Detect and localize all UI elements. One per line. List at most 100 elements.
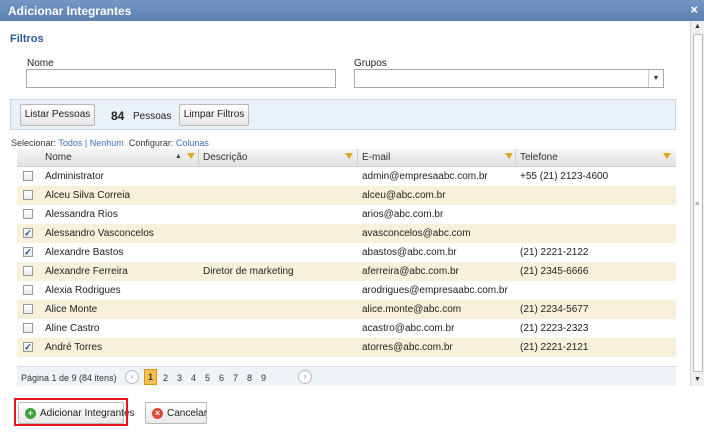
row-checkbox[interactable]: ✓ <box>23 228 33 238</box>
grid-header: Nome ▲ Descrição E-mail Telefone <box>17 149 676 167</box>
column-header-email[interactable]: E-mail <box>362 152 390 163</box>
cell-name: Alexia Rodrigues <box>45 285 121 296</box>
cell-phone: (21) 2221-2121 <box>520 342 589 353</box>
column-header-description[interactable]: Descrição <box>203 152 247 163</box>
cell-email: avasconcelos@abc.com <box>362 228 471 239</box>
cell-email: alice.monte@abc.com <box>362 304 462 315</box>
cell-email: aferreira@abc.com.br <box>362 266 459 277</box>
column-separator <box>515 149 516 167</box>
page-number[interactable]: 9 <box>261 373 266 383</box>
list-people-button[interactable]: Listar Pessoas <box>20 104 95 126</box>
table-row[interactable]: ✓ Alessandro Vasconcelos avasconcelos@ab… <box>17 224 676 243</box>
grip-icon: ≡ <box>695 201 700 208</box>
table-row[interactable]: Administrator admin@empresaabc.com.br +5… <box>17 167 676 186</box>
row-checkbox[interactable] <box>23 190 33 200</box>
sort-ascending-icon[interactable]: ▲ <box>175 153 182 160</box>
close-icon[interactable]: × <box>690 2 698 17</box>
page-number[interactable]: 5 <box>205 373 210 383</box>
select-label: Selecionar: <box>11 138 57 148</box>
cell-name: André Torres <box>45 342 103 353</box>
configure-columns-link[interactable]: Colunas <box>176 138 209 148</box>
people-count-label: Pessoas <box>133 111 172 122</box>
selection-bar: Selecionar: Todos | Nenhum Configurar: C… <box>11 138 209 148</box>
filter-icon[interactable] <box>663 153 671 159</box>
row-checkbox[interactable] <box>23 171 33 181</box>
cell-phone: +55 (21) 2123-4600 <box>520 171 609 182</box>
cell-name: Alice Monte <box>45 304 98 315</box>
table-row[interactable]: Alexia Rodrigues arodrigues@empresaabc.c… <box>17 281 676 300</box>
cell-email: arios@abc.com.br <box>362 209 444 220</box>
clear-filters-button[interactable]: Limpar Filtros <box>179 104 249 126</box>
page-number[interactable]: 4 <box>191 373 196 383</box>
dialog-title: Adicionar Integrantes <box>8 4 132 18</box>
table-row[interactable]: ✓ André Torres atorres@abc.com.br (21) 2… <box>17 338 676 357</box>
cancel-button[interactable]: × Cancelar <box>145 402 207 424</box>
row-checkbox[interactable] <box>23 323 33 333</box>
table-row[interactable]: Alessandra Rios arios@abc.com.br <box>17 205 676 224</box>
table-row[interactable]: Alexandre Ferreira Diretor de marketing … <box>17 262 676 281</box>
people-grid: Nome ▲ Descrição E-mail Telefone Adminis… <box>17 149 676 357</box>
cell-phone: (21) 2345-6666 <box>520 266 589 277</box>
column-separator <box>357 149 358 167</box>
cancel-circle-icon: × <box>152 408 163 419</box>
cell-email: atorres@abc.com.br <box>362 342 453 353</box>
column-separator <box>198 149 199 167</box>
filter-icon[interactable] <box>345 153 353 159</box>
page-number[interactable]: 3 <box>177 373 182 383</box>
cell-phone: (21) 2223-2323 <box>520 323 589 334</box>
people-count: 84 <box>111 109 125 123</box>
page-number[interactable]: 2 <box>163 373 168 383</box>
cell-name: Alexandre Ferreira <box>45 266 128 277</box>
next-page-icon[interactable]: › <box>298 370 312 384</box>
vertical-scrollbar[interactable]: ▲ ≡ ▼ <box>690 21 704 386</box>
cell-email: admin@empresaabc.com.br <box>362 171 488 182</box>
cell-email: acastro@abc.com.br <box>362 323 455 334</box>
dialog-title-bar: Adicionar Integrantes × <box>0 0 704 21</box>
row-checkbox[interactable]: ✓ <box>23 247 33 257</box>
cell-description: Diretor de marketing <box>203 266 294 277</box>
scroll-thumb[interactable]: ≡ <box>693 34 703 372</box>
groups-filter-label: Grupos <box>354 58 387 69</box>
cell-email: alceu@abc.com.br <box>362 190 446 201</box>
groups-filter-select[interactable]: ▼ <box>354 69 664 88</box>
filters-section-title: Filtros <box>10 33 44 45</box>
cell-name: Alexandre Bastos <box>45 247 124 258</box>
row-checkbox[interactable] <box>23 266 33 276</box>
cell-email: abastos@abc.com.br <box>362 247 457 258</box>
select-all-link[interactable]: Todos <box>58 138 82 148</box>
table-row[interactable]: Aline Castro acastro@abc.com.br (21) 222… <box>17 319 676 338</box>
column-header-phone[interactable]: Telefone <box>520 152 558 163</box>
cell-phone: (21) 2234-5677 <box>520 304 589 315</box>
scroll-down-arrow-icon[interactable]: ▼ <box>691 374 704 386</box>
page-info: Página 1 de 9 (84 itens) <box>21 373 117 383</box>
row-checkbox[interactable]: ✓ <box>23 342 33 352</box>
cell-name: Aline Castro <box>45 323 100 334</box>
page-number[interactable]: 8 <box>247 373 252 383</box>
pagination-bar: Página 1 de 9 (84 itens) ‹ 1 2 3 4 5 6 7… <box>17 366 676 386</box>
filter-icon[interactable] <box>187 153 195 159</box>
row-checkbox[interactable] <box>23 304 33 314</box>
page-number[interactable]: 6 <box>219 373 224 383</box>
previous-page-icon[interactable]: ‹ <box>125 370 139 384</box>
chevron-down-icon[interactable]: ▼ <box>648 70 663 87</box>
cell-name: Alessandro Vasconcelos <box>45 228 154 239</box>
select-separator: | <box>84 138 88 148</box>
configure-label: Configurar: <box>128 138 174 148</box>
row-checkbox[interactable] <box>23 209 33 219</box>
cell-phone: (21) 2221-2122 <box>520 247 589 258</box>
name-filter-input[interactable] <box>26 69 336 88</box>
table-row[interactable]: Alice Monte alice.monte@abc.com (21) 223… <box>17 300 676 319</box>
filter-icon[interactable] <box>505 153 513 159</box>
column-header-name[interactable]: Nome <box>45 152 72 163</box>
row-checkbox[interactable] <box>23 285 33 295</box>
page-number[interactable]: 7 <box>233 373 238 383</box>
filter-toolbar: Listar Pessoas 84 Pessoas Limpar Filtros <box>10 99 676 130</box>
cell-name: Administrator <box>45 171 104 182</box>
scroll-up-arrow-icon[interactable]: ▲ <box>691 21 704 33</box>
page-number-current[interactable]: 1 <box>144 369 157 385</box>
table-row[interactable]: ✓ Alexandre Bastos abastos@abc.com.br (2… <box>17 243 676 262</box>
select-none-link[interactable]: Nenhum <box>90 138 124 148</box>
table-row[interactable]: Alceu Silva Correia alceu@abc.com.br <box>17 186 676 205</box>
cancel-label: Cancelar <box>167 408 208 419</box>
cell-name: Alessandra Rios <box>45 209 118 220</box>
